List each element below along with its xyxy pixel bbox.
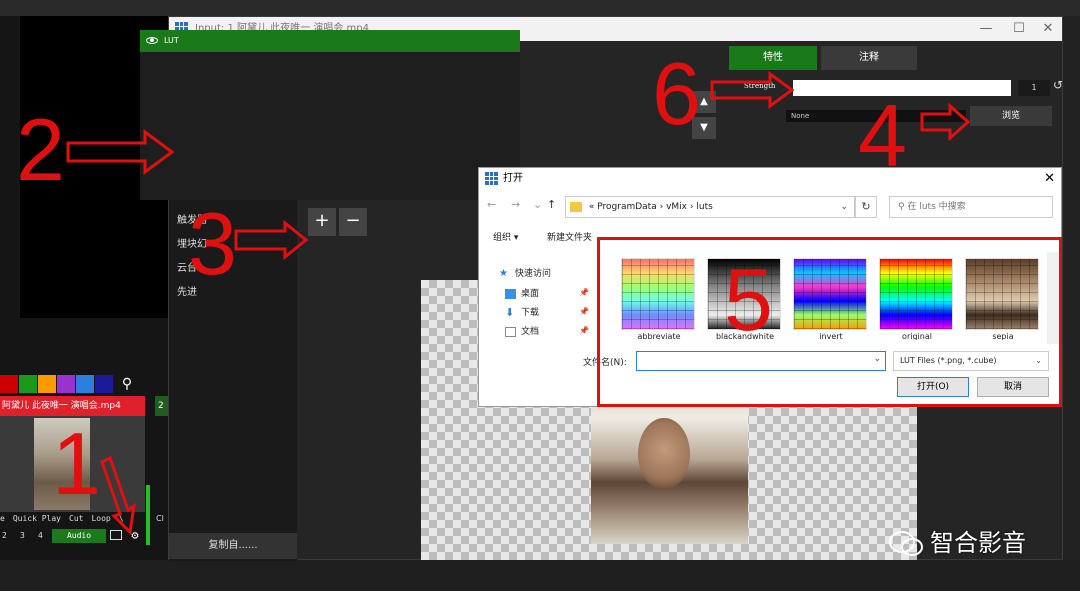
arrow-to-strength <box>710 71 795 109</box>
arrow-to-effects <box>66 129 175 175</box>
arrow-to-browse <box>920 102 971 142</box>
screenshot-root: ⚲ 阿黛儿 此夜唯一 演唱会.mp4 2 e Quick Play Cut Lo… <box>0 0 1080 591</box>
arrow-to-gear <box>100 455 137 536</box>
watermark: 智合影音 <box>888 526 1058 560</box>
annotation-arrows <box>66 71 971 536</box>
wechat-logo-icon <box>889 531 923 556</box>
arrow-to-plus <box>234 219 309 261</box>
